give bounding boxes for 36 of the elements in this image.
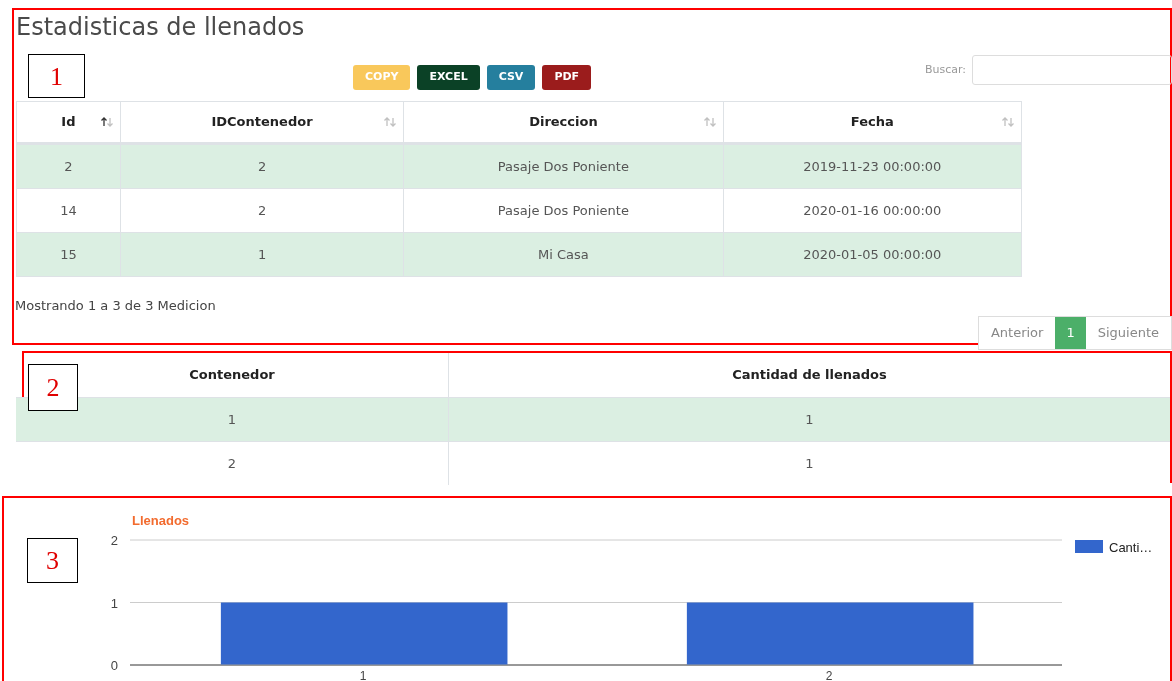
sort-icon — [702, 117, 717, 127]
y-tick-label: 1 — [110, 595, 118, 611]
sort-icon — [1001, 117, 1015, 127]
legend-swatch — [1075, 540, 1103, 553]
search-label: Buscar: — [924, 61, 966, 78]
column-header: Cantidad de llenados — [731, 366, 888, 385]
export-button[interactable]: PDF — [542, 65, 592, 90]
table-cell: Mi Casa — [404, 233, 724, 276]
export-button[interactable]: EXCEL — [417, 65, 480, 90]
table-cell-text: 1 — [804, 410, 815, 429]
table-cell: 1 — [120, 233, 405, 276]
table-cell: 2 — [16, 442, 449, 485]
table-cell-text: 2019-11-23 00:00:00 — [802, 157, 943, 176]
table-cell-text: 2020-01-16 00:00:00 — [802, 201, 943, 220]
column-header[interactable]: IDContenedor — [120, 102, 405, 142]
export-button[interactable]: CSV — [486, 65, 536, 90]
x-tick-label: 2 — [825, 669, 833, 681]
legend-label: Canti… — [1109, 540, 1153, 555]
chart-title: Llenados — [132, 513, 190, 528]
column-header[interactable]: Direccion — [404, 102, 724, 142]
search-field[interactable] — [972, 55, 1172, 85]
y-tick-label: 2 — [110, 533, 118, 548]
column-header[interactable]: Id — [17, 102, 121, 142]
sort-icon — [99, 117, 114, 127]
y-tick-label: 0 — [110, 658, 118, 673]
annotation-label: 3 — [27, 538, 78, 583]
annotation-label: 1 — [28, 54, 85, 98]
table-cell-text: 1 — [804, 454, 815, 473]
table-cell: 15 — [17, 233, 121, 276]
table-cell-text: 2020-01-05 00:00:00 — [802, 245, 943, 264]
column-header[interactable]: Fecha — [723, 102, 1021, 142]
page-title: Estadisticas de llenados — [16, 12, 306, 43]
sort-icon — [383, 117, 398, 127]
table-info: Mostrando 1 a 3 de 3 Medicion — [15, 297, 217, 315]
x-tick-label: 1 — [359, 669, 367, 681]
annotation-label: 2 — [28, 364, 78, 411]
